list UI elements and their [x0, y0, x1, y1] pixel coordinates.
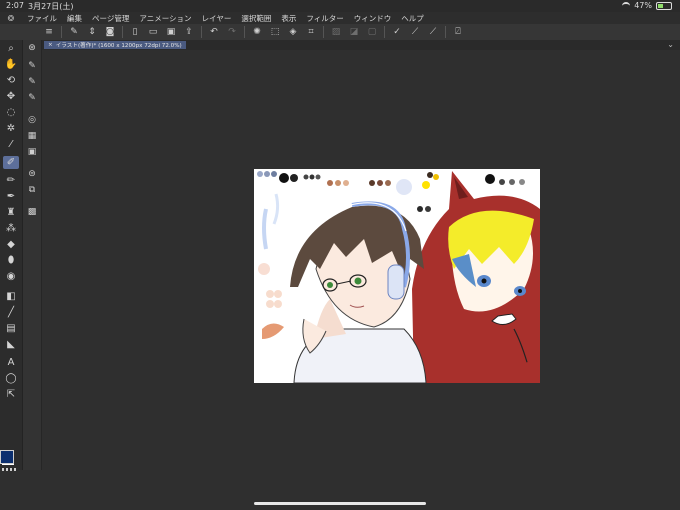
eraser-icon[interactable]: ◆ [3, 238, 19, 251]
text-icon[interactable]: A [3, 356, 19, 369]
fill-icon[interactable]: ◉ [3, 270, 19, 283]
sub-tool-layers-icon[interactable]: ⧉ [25, 184, 39, 196]
pencil-icon[interactable]: ✏ [3, 174, 19, 187]
headphone-character [290, 201, 427, 383]
menu-bar: ❂ ファイル 編集 ページ管理 アニメーション レイヤー 選択範囲 表示 フィル… [0, 12, 680, 24]
transparent-color-swatch[interactable] [2, 468, 18, 471]
artwork-canvas[interactable] [254, 169, 540, 383]
menu-layer[interactable]: レイヤー [197, 13, 237, 24]
brush-icon[interactable]: ✒ [3, 190, 19, 203]
menu-help[interactable]: ヘルプ [396, 13, 429, 24]
pen-icon[interactable]: ✓ [389, 26, 405, 38]
menu-animation[interactable]: アニメーション [134, 13, 196, 24]
wand-icon[interactable]: ✲ [3, 122, 19, 135]
menu-file[interactable]: ファイル [22, 13, 62, 24]
tool-palette: ⌕ ✋ ⟲ ✥ ◌ ✲ ⁄ ✐ ✏ ✒ ♜ ⁂ ◆ ⬮ ◉ ◧ ╱ ▤ ◣ A … [0, 40, 23, 471]
transform-icon[interactable]: ⬚ [267, 26, 283, 38]
frame-icon[interactable]: ▤ [3, 322, 19, 335]
command-bar: ≡ ✎ ⇕ ◙ ▯ ▭ ▣ ⇪ ↶ ↷ ✺ ⬚ ◈ ⌗ ▨ ◪ ▢ ✓ ⟋ ⟋ … [0, 24, 680, 41]
battery-icon [656, 1, 672, 10]
new-page-icon[interactable]: ▯ [127, 26, 143, 38]
home-indicator [254, 502, 426, 505]
menu-edit[interactable]: 編集 [62, 13, 87, 24]
stepper-icon[interactable]: ⇕ [84, 26, 100, 38]
sub-tool-layer-icon[interactable]: ▦ [25, 130, 39, 142]
gradient-icon[interactable]: ◧ [3, 290, 19, 303]
close-icon[interactable]: × [48, 42, 53, 48]
app-logo-icon[interactable]: ❂ [0, 14, 22, 23]
upload-icon[interactable]: ⇪ [181, 26, 197, 38]
spinner-icon[interactable]: ✺ [249, 26, 265, 38]
swatch-strokes [258, 193, 284, 339]
blend-icon[interactable]: ⬮ [3, 254, 19, 267]
select-all-icon[interactable]: ▢ [364, 26, 380, 38]
open-icon[interactable]: ▭ [145, 26, 161, 38]
document-tab-label: イラスト(著作)* (1600 x 1200px 72dpi 72.0%) [55, 43, 182, 49]
ruler-icon[interactable]: ⟋ [407, 26, 423, 38]
sub-tool-search-icon[interactable]: ⊛ [25, 42, 39, 54]
menu-page[interactable]: ページ管理 [87, 13, 134, 24]
lasso-icon[interactable]: ◌ [3, 106, 19, 119]
redo-icon[interactable]: ↷ [224, 26, 240, 38]
battery-percent: 47% [634, 1, 652, 10]
select-off-icon[interactable]: ▨ [328, 26, 344, 38]
sub-tool-panel-icon[interactable]: ▣ [25, 146, 39, 158]
menu-selection[interactable]: 選択範囲 [236, 13, 276, 24]
line-icon[interactable]: ╱ [3, 306, 19, 319]
save-icon[interactable]: ▣ [163, 26, 179, 38]
sub-tool-navigator-icon[interactable]: ⊜ [25, 168, 39, 180]
status-date: 3月27日(土) [28, 2, 74, 11]
ruler-icon[interactable]: ◣ [3, 338, 19, 351]
red-hood-character [412, 171, 540, 383]
move-icon[interactable]: ✥ [3, 90, 19, 103]
select-invert-icon[interactable]: ◪ [346, 26, 362, 38]
balloon-icon[interactable]: ◯ [3, 372, 19, 385]
fill-icon[interactable]: ◈ [285, 26, 301, 38]
edit-icon[interactable]: ⍁ [450, 26, 466, 38]
sub-tool-gear-icon[interactable]: ◎ [25, 114, 39, 126]
illustration [257, 171, 540, 383]
new-icon[interactable]: ✎ [66, 26, 82, 38]
correct-line-icon[interactable]: ⇱ [3, 388, 19, 401]
wifi-icon [622, 1, 631, 10]
main-color-swatch[interactable] [0, 450, 14, 464]
sub-tool-pen-icon[interactable]: ✎ [25, 60, 39, 72]
eyedropper-icon[interactable]: ⁄ [3, 138, 19, 151]
hand-icon[interactable]: ✋ [3, 58, 19, 71]
brush-icon[interactable]: ⟋ [425, 26, 441, 38]
sub-tool-pen-3-icon[interactable]: ✎ [25, 92, 39, 104]
camera-icon[interactable]: ◙ [102, 26, 118, 38]
document-tab[interactable]: × イラスト(著作)* (1600 x 1200px 72dpi 72.0%) [44, 41, 186, 49]
decoration-icon[interactable]: ⁂ [3, 222, 19, 235]
crop-icon[interactable]: ⌗ [303, 26, 319, 38]
pen-icon[interactable]: ✐ [3, 156, 19, 169]
document-tab-row: × イラスト(著作)* (1600 x 1200px 72dpi 72.0%) … [42, 40, 680, 50]
sub-tool-palette: ⊛ ✎ ✎ ✎ ◎ ▦ ▣ ⊜ ⧉ ▩ [23, 40, 42, 470]
sub-tool-material-icon[interactable]: ▩ [25, 206, 39, 218]
sub-tool-pen-2-icon[interactable]: ✎ [25, 76, 39, 88]
status-bar: 2:07 3月27日(土) 47% [0, 0, 680, 12]
status-time: 2:07 [6, 1, 24, 10]
rotate-icon[interactable]: ⟲ [3, 74, 19, 87]
menu-window[interactable]: ウィンドウ [349, 13, 397, 24]
undo-icon[interactable]: ↶ [206, 26, 222, 38]
chevron-down-icon[interactable]: ⌄ [667, 40, 674, 49]
zoom-icon[interactable]: ⌕ [3, 42, 19, 55]
menu-filter[interactable]: フィルター [301, 13, 348, 24]
menu-icon[interactable]: ≡ [41, 26, 57, 38]
menu-view[interactable]: 表示 [276, 13, 301, 24]
airbrush-icon[interactable]: ♜ [3, 206, 19, 219]
